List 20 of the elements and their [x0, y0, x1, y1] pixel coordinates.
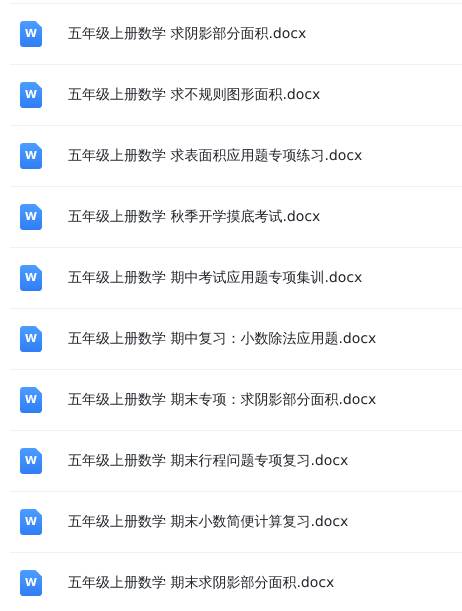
file-name-link[interactable]: 五年级上册数学 期末专项：求阴影部分面积.docx: [68, 390, 376, 410]
document-icon: W: [20, 21, 42, 47]
document-icon: W: [20, 448, 42, 474]
document-icon: W: [20, 326, 42, 352]
file-name-link[interactable]: 五年级上册数学 期中复习：小数除法应用题.docx: [68, 328, 376, 350]
file-name-link[interactable]: 五年级上册数学 期末行程问题专项复习.docx: [68, 450, 348, 472]
document-icon: W: [20, 143, 42, 169]
file-name-link[interactable]: 五年级上册数学 期末小数简便计算复习.docx: [68, 512, 348, 532]
file-name-link[interactable]: 五年级上册数学 期末求阴影部分面积.docx: [68, 572, 334, 594]
file-name-link[interactable]: 五年级上册数学 求不规则图形面积.docx: [68, 84, 320, 106]
document-icon: W: [20, 204, 42, 230]
document-icon: W: [20, 509, 42, 535]
document-icon: W: [20, 265, 42, 291]
file-name-link[interactable]: 五年级上册数学 求表面积应用题专项练习.docx: [68, 146, 362, 166]
file-name-link[interactable]: 五年级上册数学 秋季开学摸底考试.docx: [68, 206, 320, 228]
file-name-link[interactable]: 五年级上册数学 期中考试应用题专项集训.docx: [68, 268, 362, 288]
document-icon: W: [20, 387, 42, 413]
file-name-link[interactable]: 五年级上册数学 求阴影部分面积.docx: [68, 24, 306, 44]
document-icon: W: [20, 570, 42, 596]
document-icon: W: [20, 82, 42, 108]
